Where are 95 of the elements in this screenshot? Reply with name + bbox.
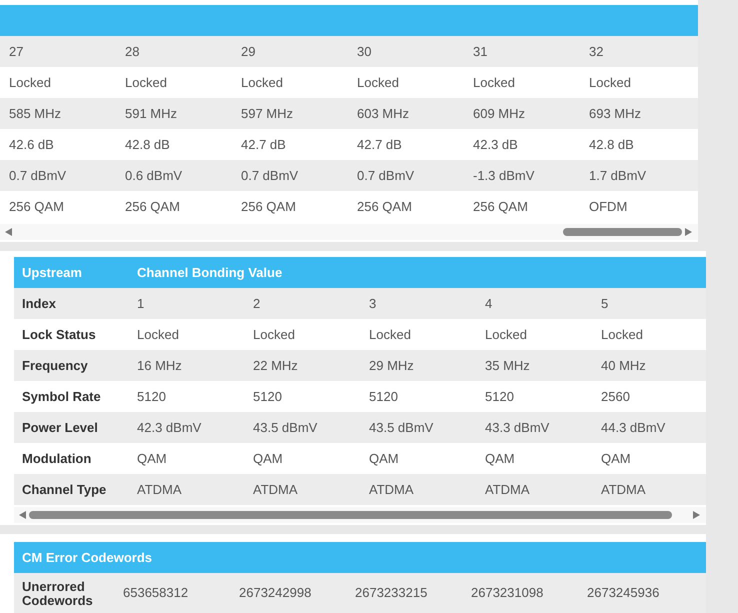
table-cell-text: 1 — [136, 296, 146, 311]
row-label: Unerrored Codewords — [21, 580, 94, 608]
table-cell-text: 693 MHz — [588, 106, 642, 121]
table-cell-text: QAM — [600, 451, 632, 466]
column-heading: Upstream — [21, 265, 83, 280]
table-cell-text: Locked — [124, 75, 168, 90]
table-cell-text: 653658312 — [122, 584, 190, 600]
table-cell-text: 256 QAM — [124, 199, 181, 214]
table-cell-text: 0.7 dBmV — [8, 168, 68, 183]
table-cell-text: Locked — [472, 75, 516, 90]
table-cell-text: 5120 — [252, 389, 283, 404]
column-heading: Channel Bonding Value — [136, 265, 284, 280]
table-cell-text: 42.3 dBmV — [136, 420, 202, 435]
table-cell-text: 256 QAM — [240, 199, 297, 214]
table-cell-text: 5 — [600, 296, 610, 311]
row-label: Modulation — [21, 452, 92, 466]
scroll-right-icon[interactable] — [685, 228, 692, 236]
table-cell-text: 5120 — [368, 389, 399, 404]
scrollbar-thumb[interactable] — [29, 511, 672, 519]
table-cell-text: 0.7 dBmV — [356, 168, 416, 183]
table-cell-text: Locked — [136, 327, 180, 342]
table-cell-text: 31 — [472, 44, 488, 59]
table-cell-text: 27 — [8, 44, 24, 59]
table-cell-text: 44.3 dBmV — [600, 420, 666, 435]
table-cell-text: 256 QAM — [472, 199, 529, 214]
table-cell-text: 1.7 dBmV — [588, 168, 648, 183]
table-cell-text: 591 MHz — [124, 106, 178, 121]
table-cell-text: Locked — [252, 327, 296, 342]
table-cell-text: OFDM — [588, 199, 628, 214]
table-cell-text: 0.6 dBmV — [124, 168, 184, 183]
scrollbar-thumb[interactable] — [563, 228, 682, 236]
table-cell-text: 29 — [240, 44, 256, 59]
table-cell-text: Locked — [368, 327, 412, 342]
table-cell-text: Locked — [356, 75, 400, 90]
table-cell-text: Locked — [240, 75, 284, 90]
table-cell-text: 2560 — [600, 389, 631, 404]
table-cell-text: ATDMA — [484, 482, 531, 497]
table-cell-text: 32 — [588, 44, 604, 59]
table-cell-text: 597 MHz — [240, 106, 294, 121]
horizontal-scrollbar[interactable] — [14, 507, 706, 523]
table-cell-text: 40 MHz — [600, 358, 647, 373]
row-label: Channel Type — [21, 482, 108, 496]
horizontal-scrollbar[interactable] — [0, 224, 698, 240]
table-cell-text: 42.8 dB — [124, 137, 171, 152]
table-cell-text: 42.6 dB — [8, 137, 55, 152]
table-cell-text: 3 — [368, 296, 378, 311]
table-cell-text: QAM — [484, 451, 516, 466]
table-cell-text: ATDMA — [252, 482, 299, 497]
table-cell-text: 29 MHz — [368, 358, 415, 373]
scroll-left-icon[interactable] — [19, 511, 26, 519]
table-cell-text: 43.3 dBmV — [484, 420, 550, 435]
table-cell-text: 256 QAM — [356, 199, 413, 214]
table-cell-text: 43.5 dBmV — [252, 420, 318, 435]
table-cell-text: 2673233215 — [354, 584, 428, 600]
table-cell-text: 42.7 dB — [240, 137, 287, 152]
table-cell-text: 5120 — [136, 389, 167, 404]
table-cell-text: ATDMA — [600, 482, 647, 497]
table-cell-text: 42.8 dB — [588, 137, 635, 152]
table-cell-text: -1.3 dBmV — [472, 168, 536, 183]
row-label: Symbol Rate — [21, 390, 102, 404]
table-cell-text: 0.7 dBmV — [240, 168, 300, 183]
table-cell-text: 42.7 dB — [356, 137, 403, 152]
table-cell-text: 16 MHz — [136, 358, 183, 373]
table-cell-text: 30 — [356, 44, 372, 59]
table-cell-text: 256 QAM — [8, 199, 65, 214]
table-cell-text: 2673242998 — [238, 584, 312, 600]
table-cell-text: 2673231098 — [470, 584, 544, 600]
table-cell-text: Locked — [484, 327, 528, 342]
table-cell-text: 5120 — [484, 389, 515, 404]
section-title: CM Error Codewords — [21, 550, 154, 565]
table-cell-text: QAM — [252, 451, 284, 466]
table-cell-text: Locked — [588, 75, 632, 90]
table-cell-text: 43.5 dBmV — [368, 420, 434, 435]
table-cell-text: 42.3 dB — [472, 137, 519, 152]
table-cell-text: 4 — [484, 296, 494, 311]
table-cell-text: 603 MHz — [356, 106, 410, 121]
table-cell-text: Locked — [600, 327, 644, 342]
table-cell-text: QAM — [136, 451, 168, 466]
table-cell-text: ATDMA — [136, 482, 183, 497]
table-cell-text: 585 MHz — [8, 106, 62, 121]
table-cell-text: Locked — [8, 75, 52, 90]
table-cell-text: 2 — [252, 296, 262, 311]
table-cell-text: 35 MHz — [484, 358, 531, 373]
table-cell-text: 609 MHz — [472, 106, 526, 121]
scroll-left-icon[interactable] — [5, 228, 12, 236]
row-label: Power Level — [21, 420, 99, 434]
table-cell-text: QAM — [368, 451, 400, 466]
table-cell-text: 28 — [124, 44, 140, 59]
table-cell-text: ATDMA — [368, 482, 415, 497]
scroll-right-icon[interactable] — [693, 511, 700, 519]
table-cell-text: 2673245936 — [586, 584, 660, 600]
row-label: Lock Status — [21, 328, 97, 342]
row-label: Frequency — [21, 358, 89, 372]
row-label: Index — [21, 296, 57, 310]
table-cell-text: 22 MHz — [252, 358, 299, 373]
